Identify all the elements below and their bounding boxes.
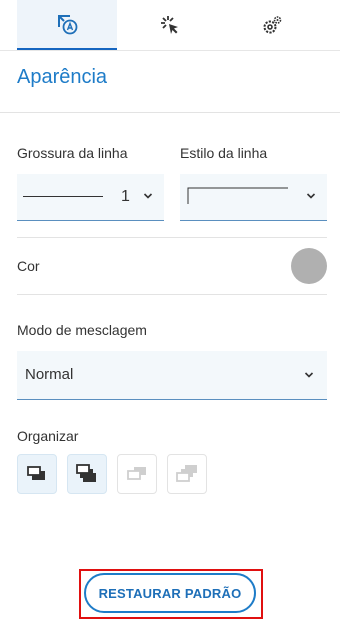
- appearance-icon: [58, 15, 78, 35]
- tab-settings[interactable]: [222, 0, 322, 50]
- bring-to-front-button[interactable]: [17, 454, 57, 494]
- bring-forward-icon: [76, 464, 96, 482]
- chevron-down-icon: [306, 193, 316, 199]
- line-thickness-value: 1: [121, 188, 130, 205]
- section-title: Aparência: [17, 66, 108, 88]
- send-to-back-button[interactable]: [167, 454, 207, 494]
- blend-mode-select[interactable]: Normal: [17, 351, 327, 400]
- line-style-select[interactable]: [180, 174, 327, 221]
- line-style-preview: [187, 187, 288, 204]
- divider: [0, 112, 340, 113]
- settings-gear-icon: [263, 16, 282, 34]
- blend-mode-value: Normal: [25, 366, 74, 383]
- arrange-label: Organizar: [17, 428, 79, 444]
- chevron-down-icon: [304, 372, 314, 378]
- bring-forward-button[interactable]: [67, 454, 107, 494]
- chevron-down-icon: [143, 193, 153, 199]
- divider: [17, 294, 327, 295]
- restore-default-button[interactable]: RESTAURAR PADRÃO: [84, 573, 256, 613]
- tab-interaction[interactable]: [117, 0, 222, 50]
- tab-bar: [0, 0, 340, 51]
- tab-appearance[interactable]: [17, 0, 117, 50]
- send-to-back-icon: [176, 465, 197, 482]
- color-swatch[interactable]: [291, 248, 327, 284]
- color-label: Cor: [17, 258, 40, 274]
- send-backward-icon: [127, 467, 146, 480]
- bring-to-front-icon: [27, 466, 45, 480]
- divider: [17, 237, 327, 238]
- click-icon: [160, 16, 178, 34]
- line-style-label: Estilo da linha: [180, 145, 268, 161]
- line-preview: [23, 196, 103, 197]
- line-thickness-label: Grossura da linha: [17, 145, 128, 161]
- line-thickness-select[interactable]: 1: [17, 174, 164, 221]
- send-backward-button[interactable]: [117, 454, 157, 494]
- blend-mode-label: Modo de mesclagem: [17, 322, 147, 338]
